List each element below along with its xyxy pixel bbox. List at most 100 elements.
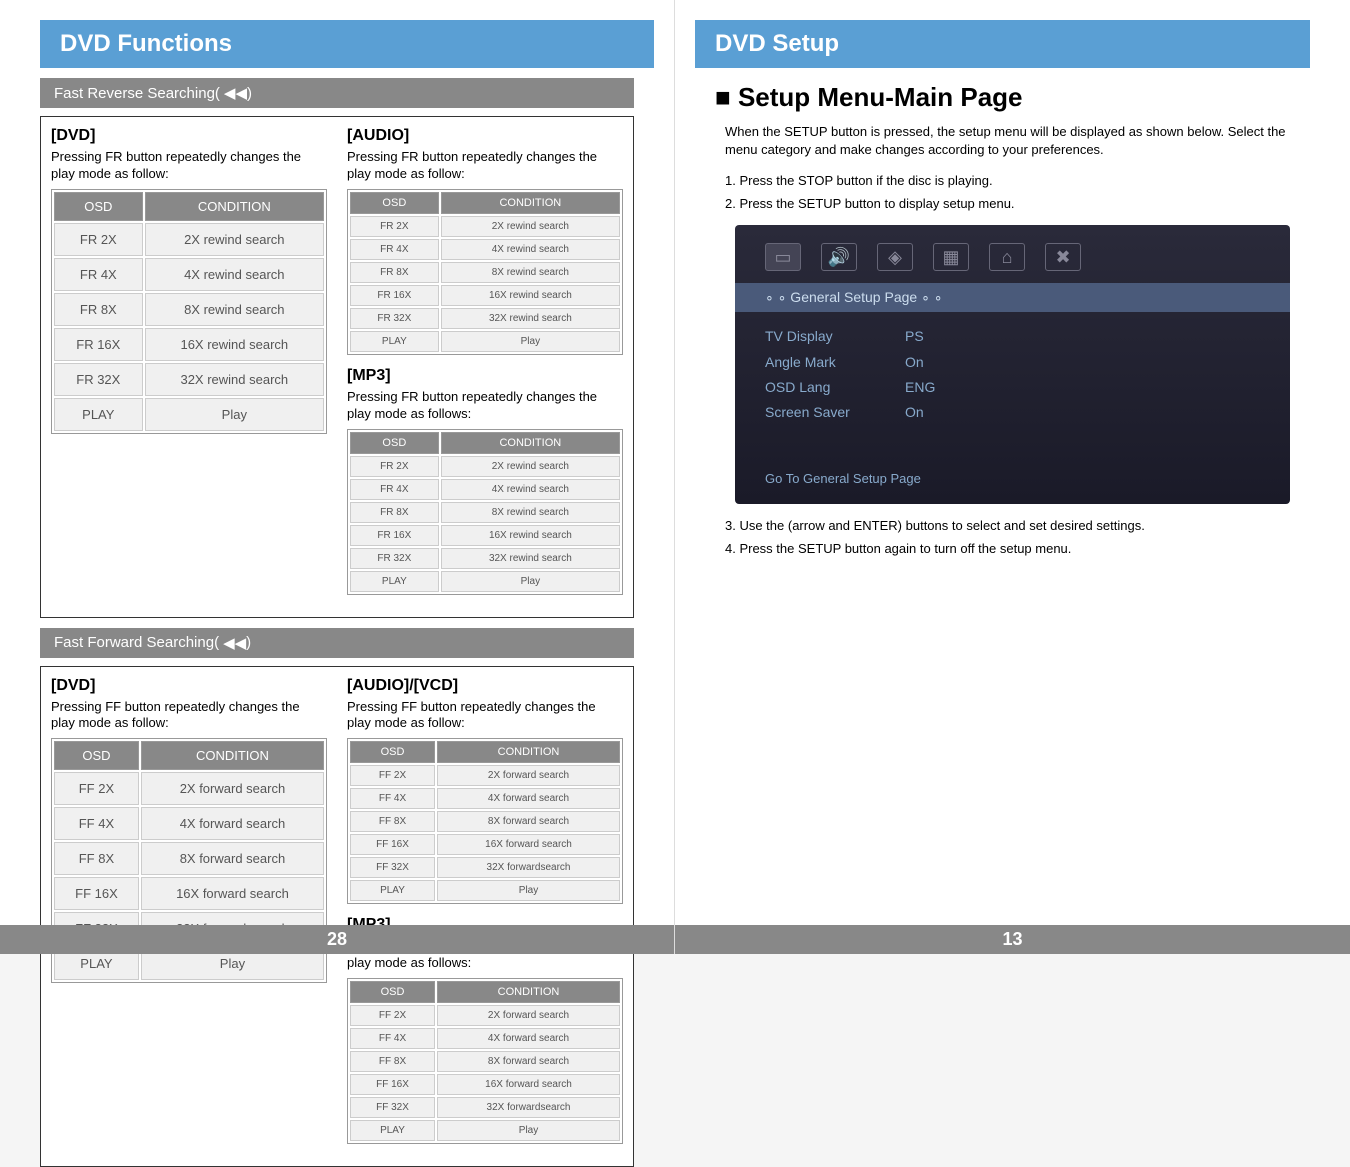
- table-row: FR 2X2X rewind search: [54, 223, 324, 256]
- mp3-fr-rows: FR 2X2X rewind searchFR 4X4X rewind sear…: [350, 456, 620, 592]
- cell-condition: 32X rewind search: [441, 308, 620, 329]
- table-row: FF 8X8X forward search: [350, 1051, 620, 1072]
- cell-osd: FF 2X: [350, 765, 435, 786]
- cell-osd: FR 8X: [350, 502, 439, 523]
- dvd-title: [DVD]: [51, 127, 327, 145]
- table-row: FR 16X16X rewind search: [350, 525, 620, 546]
- cell-condition: Play: [441, 331, 620, 352]
- table-row: FF 8X8X forward search: [350, 811, 620, 832]
- cell-osd: FR 2X: [54, 223, 143, 256]
- mp3-ff-rows: FF 2X2X forward searchFF 4X4X forward se…: [350, 1005, 620, 1141]
- banner-dvd-setup: DVD Setup: [695, 20, 1310, 68]
- cell-osd: FF 2X: [54, 772, 139, 805]
- table-row: FF 4X4X forward search: [350, 788, 620, 809]
- osd-value: ENG: [905, 375, 935, 400]
- mp3-ff-table: OSDCONDITION FF 2X2X forward searchFF 4X…: [347, 978, 623, 1144]
- table-row: FR 16X16X rewind search: [54, 328, 324, 361]
- mp3-fr-table: OSDCONDITION FR 2X2X rewind searchFR 4X4…: [347, 429, 623, 595]
- cell-osd: FF 4X: [350, 788, 435, 809]
- table-row: FR 32X32X rewind search: [350, 548, 620, 569]
- table-row: FR 2X2X rewind search: [350, 456, 620, 477]
- fast-forward-box: [DVD] Pressing FF button repeatedly chan…: [40, 666, 634, 1167]
- table-row: FR 2X2X rewind search: [350, 216, 620, 237]
- cell-condition: 32X rewind search: [145, 363, 324, 396]
- col-dvd: [DVD] Pressing FR button repeatedly chan…: [51, 127, 327, 607]
- osd-row-anglemark: Angle MarkOn: [765, 350, 1260, 375]
- cell-osd: FR 16X: [54, 328, 143, 361]
- video-icon: ▦: [933, 243, 969, 271]
- col-audio-mp3-ff: [AUDIO]/[VCD] Pressing FF button repeate…: [347, 677, 623, 1157]
- cell-condition: 2X forward search: [141, 772, 324, 805]
- audio-fr-rows: FR 2X2X rewind searchFR 4X4X rewind sear…: [350, 216, 620, 352]
- osd-value: PS: [905, 324, 924, 349]
- section-title: Fast Forward Searching(: [54, 634, 219, 651]
- rewind-icon: ◀◀: [224, 84, 247, 102]
- cell-osd: FF 16X: [350, 834, 435, 855]
- cell-condition: 16X rewind search: [441, 525, 620, 546]
- table-row: FF 4X4X forward search: [54, 807, 324, 840]
- audiovcd-title: [AUDIO]/[VCD]: [347, 677, 623, 695]
- forward-icon: ◀◀: [223, 634, 246, 652]
- th-cond: CONDITION: [437, 981, 620, 1003]
- cell-osd: FF 4X: [350, 1028, 435, 1049]
- cell-osd: FR 16X: [350, 525, 439, 546]
- table-row: FF 32X32X forwardsearch: [350, 857, 620, 878]
- section-fast-forward: Fast Forward Searching( ◀◀): [40, 628, 634, 658]
- cell-condition: 8X rewind search: [441, 502, 620, 523]
- page-number-left: 28: [0, 925, 674, 954]
- table-row: FF 16X16X forward search: [350, 834, 620, 855]
- cell-osd: PLAY: [54, 398, 143, 431]
- cell-condition: 4X forward search: [437, 788, 620, 809]
- osd-icon-row: ▭ 🔊 ◈ ▦ ⌂ ✖: [735, 237, 1290, 283]
- table-row: FR 4X4X rewind search: [350, 239, 620, 260]
- preference-icon: ⌂: [989, 243, 1025, 271]
- cell-osd: FF 4X: [54, 807, 139, 840]
- table-row: FF 16X16X forward search: [54, 877, 324, 910]
- table-row: FF 8X8X forward search: [54, 842, 324, 875]
- cell-condition: 16X forward search: [437, 834, 620, 855]
- cell-condition: 8X rewind search: [441, 262, 620, 283]
- cell-condition: 16X forward search: [437, 1074, 620, 1095]
- table-row: FR 8X8X rewind search: [350, 262, 620, 283]
- cell-condition: 2X rewind search: [441, 216, 620, 237]
- cell-condition: 4X forward search: [141, 807, 324, 840]
- th-osd: OSD: [54, 192, 143, 221]
- cell-osd: FR 2X: [350, 456, 439, 477]
- tv-icon: ▭: [765, 243, 801, 271]
- cell-condition: 32X forwardsearch: [437, 857, 620, 878]
- setup-menu-title: Setup Menu-Main Page: [715, 82, 1310, 113]
- step-1: 1. Press the STOP button if the disc is …: [725, 173, 1310, 188]
- cell-osd: FR 32X: [350, 548, 439, 569]
- osd-label: Angle Mark: [765, 350, 905, 375]
- cell-condition: 16X rewind search: [145, 328, 324, 361]
- cell-osd: PLAY: [350, 571, 439, 592]
- table-row: PLAYPlay: [54, 398, 324, 431]
- mp3-desc: Pressing FR button repeatedly changes th…: [347, 389, 623, 423]
- th-osd: OSD: [350, 741, 435, 763]
- audio-ff-table: OSDCONDITION FF 2X2X forward searchFF 4X…: [347, 738, 623, 904]
- th-cond: CONDITION: [141, 741, 324, 770]
- audio-ff-rows: FF 2X2X forward searchFF 4X4X forward se…: [350, 765, 620, 901]
- cell-condition: 4X rewind search: [145, 258, 324, 291]
- dolby-icon: ◈: [877, 243, 913, 271]
- cell-osd: FF 8X: [350, 811, 435, 832]
- cell-condition: 4X rewind search: [441, 479, 620, 500]
- table-row: FR 32X32X rewind search: [350, 308, 620, 329]
- cell-osd: PLAY: [350, 880, 435, 901]
- page-left: DVD Functions Fast Reverse Searching( ◀◀…: [0, 0, 675, 954]
- th-cond: CONDITION: [441, 432, 620, 454]
- dvd-ff-title: [DVD]: [51, 677, 327, 695]
- audio-title: [AUDIO]: [347, 127, 623, 145]
- osd-row-screensaver: Screen SaverOn: [765, 400, 1260, 425]
- cell-osd: PLAY: [350, 331, 439, 352]
- table-row: FF 32X32X forwardsearch: [350, 1097, 620, 1118]
- cell-condition: 2X rewind search: [145, 223, 324, 256]
- cell-condition: 32X forwardsearch: [437, 1097, 620, 1118]
- osd-value: On: [905, 400, 924, 425]
- table-row: FR 16X16X rewind search: [350, 285, 620, 306]
- th-osd: OSD: [350, 981, 435, 1003]
- cell-condition: 8X forward search: [437, 1051, 620, 1072]
- cell-condition: Play: [441, 571, 620, 592]
- cell-osd: FR 8X: [350, 262, 439, 283]
- table-row: FF 2X2X forward search: [54, 772, 324, 805]
